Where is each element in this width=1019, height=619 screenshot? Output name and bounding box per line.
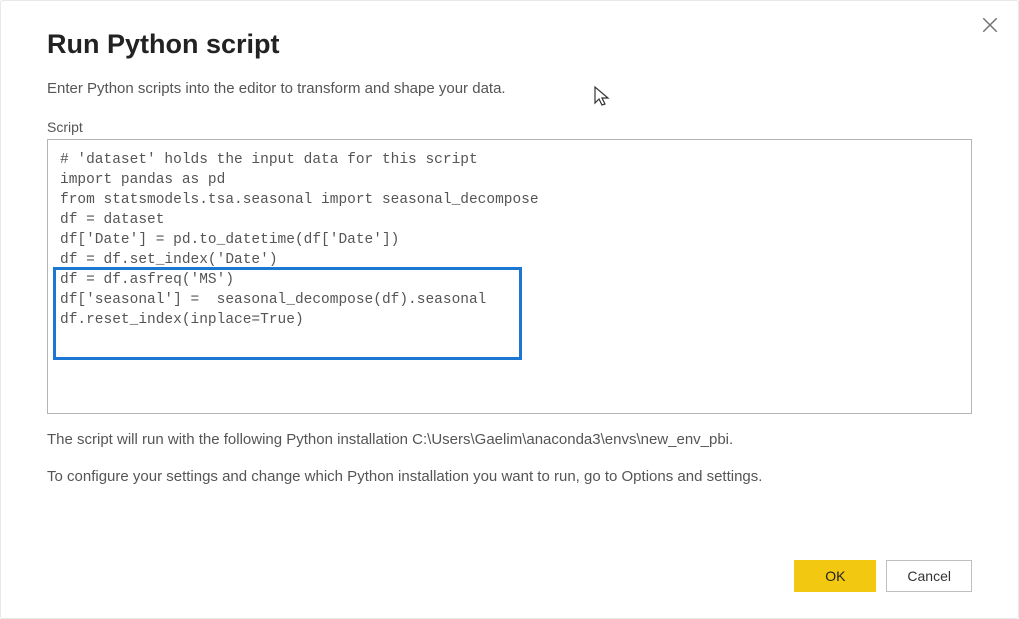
- dialog-title: Run Python script: [47, 29, 972, 60]
- script-textarea[interactable]: # 'dataset' holds the input data for thi…: [47, 139, 972, 414]
- dialog-subtitle: Enter Python scripts into the editor to …: [47, 80, 972, 97]
- script-label: Script: [47, 119, 972, 135]
- close-button[interactable]: [976, 11, 1004, 39]
- configure-info: To configure your settings and change wh…: [47, 465, 972, 488]
- close-icon: [981, 16, 999, 34]
- mouse-cursor-icon: [593, 85, 613, 109]
- ok-button[interactable]: OK: [794, 560, 876, 592]
- dialog-content: Run Python script Enter Python scripts i…: [1, 1, 1018, 489]
- dialog-buttons: OK Cancel: [794, 560, 972, 592]
- run-python-script-dialog: Run Python script Enter Python scripts i…: [0, 0, 1019, 619]
- cancel-button[interactable]: Cancel: [886, 560, 972, 592]
- subtitle-text: Enter Python scripts into the editor to …: [47, 80, 506, 97]
- install-path-info: The script will run with the following P…: [47, 428, 972, 451]
